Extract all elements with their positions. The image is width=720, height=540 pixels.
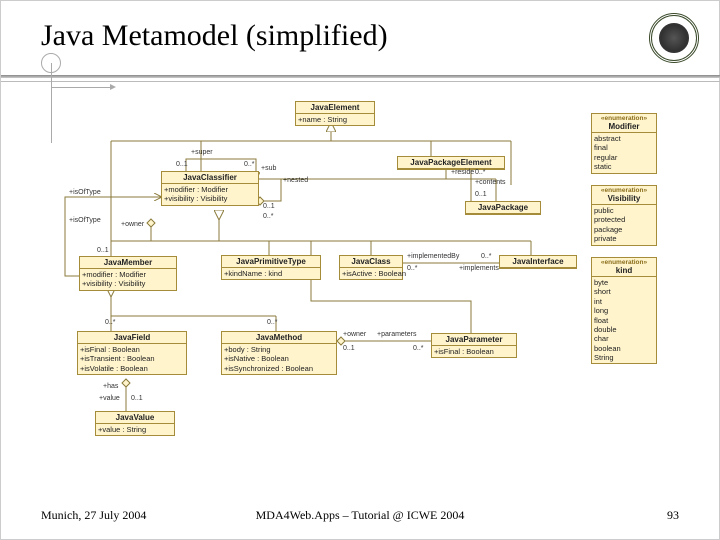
role-reside: +reside: [451, 169, 474, 176]
class-attrs: +modifier : Modifier +visibility : Visib…: [80, 269, 176, 290]
class-attrs: +value : String: [96, 424, 174, 435]
role-isOfType: +isOfType: [69, 189, 101, 196]
mult-0-star: 0..*: [481, 253, 492, 260]
class-JavaParameter: JavaParameter +isFinal : Boolean: [431, 333, 517, 358]
slide-title: Java Metamodel (simplified): [41, 19, 388, 53]
class-JavaPackage: JavaPackage: [465, 201, 541, 215]
role-owner: +owner: [121, 221, 144, 228]
class-attrs: +isFinal : Boolean: [432, 346, 516, 357]
mult-0-1: 0..1: [263, 203, 275, 210]
class-title: JavaPackageElement: [398, 157, 504, 169]
title-rule-thin: [1, 81, 720, 82]
mult-0-star: 0..*: [267, 319, 278, 326]
footer-title: MDA4Web.Apps – Tutorial @ ICWE 2004: [1, 508, 719, 523]
class-JavaClass: JavaClass +isActive : Boolean: [339, 255, 403, 280]
class-JavaField: JavaField +isFinal : Boolean +isTransien…: [77, 331, 187, 375]
role-parameters: +parameters: [377, 331, 417, 338]
mult-0-star: 0..*: [244, 161, 255, 168]
enum-Modifier: «enumeration»Modifier abstract final reg…: [591, 113, 657, 174]
role-has: +has: [103, 383, 118, 390]
class-title: JavaMethod: [222, 332, 336, 344]
class-JavaMember: JavaMember +modifier : Modifier +visibil…: [79, 256, 177, 291]
class-attrs: +modifier : Modifier +visibility : Visib…: [162, 184, 258, 205]
class-attrs: +body : String +isNative : Boolean +isSy…: [222, 344, 336, 374]
mult-0-1: 0..1: [176, 161, 188, 168]
class-JavaInterface: JavaInterface: [499, 255, 577, 269]
page-number: 93: [667, 508, 679, 523]
role-sub: +sub: [261, 165, 276, 172]
role-implementedBy: +implementedBy: [407, 253, 459, 260]
class-JavaPrimitiveType: JavaPrimitiveType +kindName : kind: [221, 255, 321, 280]
title-rule: [1, 75, 720, 78]
class-attrs: +kindName : kind: [222, 268, 320, 279]
class-JavaPackageElement: JavaPackageElement: [397, 156, 505, 170]
enum-Visibility: «enumeration»Visibility public protected…: [591, 185, 657, 246]
class-title: JavaField: [78, 332, 186, 344]
mult-0-star: 0..*: [475, 169, 486, 176]
uml-diagram: JavaElement +name : String JavaPackageEl…: [51, 101, 691, 491]
class-attrs: +isActive : Boolean: [340, 268, 402, 279]
enum-lits: byte short int long float double char bo…: [592, 277, 656, 363]
class-title: JavaInterface: [500, 256, 576, 268]
mult-0-star: 0..*: [105, 319, 116, 326]
role-isOfType: +isOfType: [69, 217, 101, 224]
mult-0-star: 0..*: [263, 213, 274, 220]
class-title: JavaElement: [296, 102, 374, 114]
class-title: JavaParameter: [432, 334, 516, 346]
class-title: JavaClassifier: [162, 172, 258, 184]
class-JavaMethod: JavaMethod +body : String +isNative : Bo…: [221, 331, 337, 375]
mult-0-1: 0..1: [97, 247, 109, 254]
enum-head: «enumeration»Visibility: [592, 186, 656, 205]
role-value: +value: [99, 395, 120, 402]
role-nested: +nested: [283, 177, 308, 184]
role-contents: +contents: [475, 179, 506, 186]
enum-head: «enumeration»kind: [592, 258, 656, 277]
enum-lits: abstract final regular static: [592, 133, 656, 173]
role-owner: +owner: [343, 331, 366, 338]
class-attrs: +name : String: [296, 114, 374, 125]
role-implements: +implements: [459, 265, 499, 272]
university-seal: [649, 13, 699, 63]
class-title: JavaPrimitiveType: [222, 256, 320, 268]
class-title: JavaClass: [340, 256, 402, 268]
class-title: JavaPackage: [466, 202, 540, 214]
class-JavaClassifier: JavaClassifier +modifier : Modifier +vis…: [161, 171, 259, 206]
decor-arrow: [51, 87, 111, 88]
mult-0-star: 0..*: [407, 265, 418, 272]
class-attrs: +isFinal : Boolean +isTransient : Boolea…: [78, 344, 186, 374]
mult-0-1: 0..1: [475, 191, 487, 198]
mult-0-star: 0..*: [413, 345, 424, 352]
role-super: +super: [191, 149, 213, 156]
enum-kind: «enumeration»kind byte short int long fl…: [591, 257, 657, 364]
enum-head: «enumeration»Modifier: [592, 114, 656, 133]
class-JavaValue: JavaValue +value : String: [95, 411, 175, 436]
class-JavaElement: JavaElement +name : String: [295, 101, 375, 126]
class-title: JavaValue: [96, 412, 174, 424]
mult-0-1: 0..1: [131, 395, 143, 402]
mult-0-1: 0..1: [343, 345, 355, 352]
enum-lits: public protected package private: [592, 205, 656, 245]
class-title: JavaMember: [80, 257, 176, 269]
